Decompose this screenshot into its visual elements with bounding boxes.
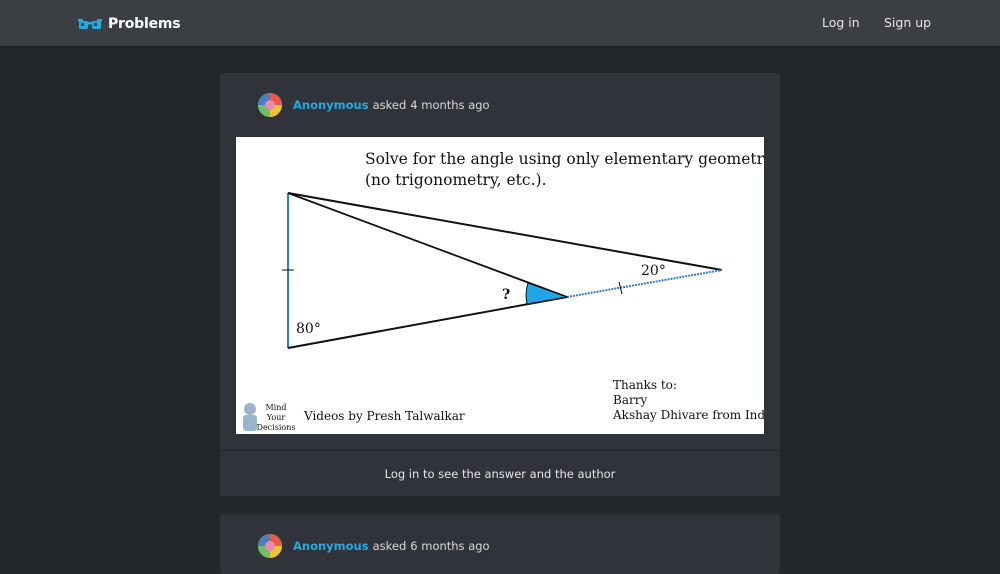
login-link[interactable]: Log in xyxy=(822,15,860,30)
figure-title-line1: Solve for the angle using only elementar… xyxy=(365,150,764,168)
top-navbar: Problems Log in Sign up xyxy=(0,0,1000,47)
avatar[interactable] xyxy=(258,93,282,117)
figure-title-line2: (no trigonometry, etc.). xyxy=(365,171,547,189)
unknown-angle-label: ? xyxy=(502,287,510,303)
asked-label: asked xyxy=(372,98,407,112)
signup-link[interactable]: Sign up xyxy=(884,15,931,30)
post-time: 4 months ago xyxy=(410,98,490,112)
angle-label-right: 20° xyxy=(641,263,666,279)
avatar[interactable] xyxy=(258,534,282,558)
login-to-see-answer-link[interactable]: Log in to see the answer and the author xyxy=(220,451,780,496)
videos-by-label: Videos by Presh Talwalkar xyxy=(303,409,465,423)
brand-label: Problems xyxy=(108,16,181,32)
problem-card: Anonymous asked 4 months ago Solve for t… xyxy=(220,73,780,496)
author-link[interactable]: Anonymous xyxy=(293,539,369,553)
logo-line3: Decisions xyxy=(257,423,296,432)
top-side-line xyxy=(287,192,723,271)
logo-line1: Mind xyxy=(265,403,286,412)
post-time: 6 months ago xyxy=(410,539,490,553)
asked-label: asked xyxy=(372,539,407,553)
problem-image[interactable]: Solve for the angle using only elementar… xyxy=(236,137,764,434)
post-header: Anonymous asked 6 months ago xyxy=(258,534,490,558)
angle-label-left: 80° xyxy=(296,321,321,337)
cevian-line xyxy=(287,192,568,298)
author-link[interactable]: Anonymous xyxy=(293,98,369,112)
thanks-name-2: Akshay Dhivare from India xyxy=(612,408,764,422)
unknown-angle-wedge xyxy=(525,282,569,305)
logo-line2: Your xyxy=(266,413,286,422)
bottom-side-line xyxy=(287,296,568,349)
thanks-title: Thanks to: xyxy=(613,378,677,392)
thanks-name-1: Barry xyxy=(613,393,647,407)
post-header: Anonymous asked 4 months ago xyxy=(258,93,490,117)
brand-link[interactable]: Problems xyxy=(78,14,181,34)
mind-your-decisions-logo: Mind Your Decisions xyxy=(243,403,295,432)
glasses-icon xyxy=(78,17,102,31)
problem-card: Anonymous asked 6 months ago xyxy=(220,514,780,574)
